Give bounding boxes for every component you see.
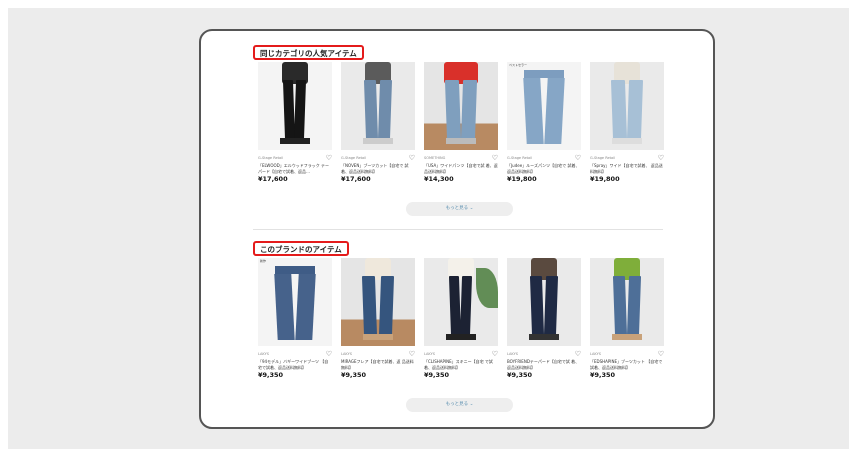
product-brand: LAKYS <box>507 352 518 356</box>
product-price: ¥14,300 <box>424 175 454 183</box>
recommendation-panel: 同じカテゴリの人気アイテム G-Stage Retail ♡ 「ELWOOD」エル… <box>199 29 715 429</box>
product-image[interactable] <box>341 62 415 150</box>
heart-outline-icon[interactable]: ♡ <box>575 350 581 358</box>
product-price: ¥19,800 <box>590 175 620 183</box>
show-more-button[interactable]: もっと見る ⌄ <box>406 398 513 412</box>
heart-outline-icon[interactable]: ♡ <box>326 154 332 162</box>
product-price: ¥9,350 <box>507 371 533 379</box>
product-name[interactable]: 「94モデル」バギーワイドブーツ 【自宅で試着、返品送料無料】 <box>258 359 332 370</box>
product-card[interactable]: G-Stage Retail ♡ 「Spray」ワイド【自宅で試着、 返品送料無料… <box>590 62 664 183</box>
product-name[interactable]: BOYFRIENDテーパード【自宅で試 着、返品送料無料】 <box>507 359 581 370</box>
product-grid-brand: 新作 LAKYS ♡ 「94モデル」バギーワイドブーツ 【自宅で試着、返品送料無料… <box>258 258 664 379</box>
product-card[interactable]: G-Stage Retail ♡ 「ELWOOD」エルウッドフラック テーパード【… <box>258 62 332 183</box>
product-image[interactable] <box>341 258 415 346</box>
heart-outline-icon[interactable]: ♡ <box>658 154 664 162</box>
product-image[interactable]: ベストセラー <box>507 62 581 150</box>
product-card[interactable]: LAKYS ♡ BOYFRIENDテーパード【自宅で試 着、返品送料無料】 ¥9,… <box>507 258 581 379</box>
product-card[interactable]: LAKYS ♡ 「CLISHAPINE」スキニー【自宅 で試着、返品送料無料】 ¥… <box>424 258 498 379</box>
product-brand: LAKYS <box>258 352 269 356</box>
heart-outline-icon[interactable]: ♡ <box>575 154 581 162</box>
product-image[interactable] <box>507 258 581 346</box>
product-price: ¥17,600 <box>341 175 371 183</box>
heart-outline-icon[interactable]: ♡ <box>409 154 415 162</box>
section-title-brand-items: このブランドのアイテム <box>253 241 349 256</box>
product-image[interactable]: 新作 <box>258 258 332 346</box>
heart-outline-icon[interactable]: ♡ <box>658 350 664 358</box>
product-brand: G-Stage Retail <box>590 156 616 160</box>
heart-outline-icon[interactable]: ♡ <box>409 350 415 358</box>
product-name[interactable]: 「USA」ワイドパンツ【自宅で試 着、返品送料無料】 <box>424 163 498 174</box>
product-card[interactable]: 新作 LAKYS ♡ 「94モデル」バギーワイドブーツ 【自宅で試着、返品送料無料… <box>258 258 332 379</box>
product-price: ¥17,600 <box>258 175 288 183</box>
product-brand: G-Stage Retail <box>507 156 533 160</box>
product-card[interactable]: LAKYS ♡ MIRAGEフレア【自宅で試着、返 品送料無料】 ¥9,350 <box>341 258 415 379</box>
product-image[interactable] <box>424 62 498 150</box>
product-image[interactable] <box>590 258 664 346</box>
product-name[interactable]: 「CLISHAPINE」スキニー【自宅 で試着、返品送料無料】 <box>424 359 498 370</box>
product-price: ¥19,800 <box>507 175 537 183</box>
heart-outline-icon[interactable]: ♡ <box>492 154 498 162</box>
product-card[interactable]: G-Stage Retail ♡ 「NOVEN」ブーツカット【自宅で 試着、返品送… <box>341 62 415 183</box>
product-tag: 新作 <box>260 259 267 263</box>
product-name[interactable]: 「NOVEN」ブーツカット【自宅で 試着、返品送料無料】 <box>341 163 415 174</box>
product-card[interactable]: LAKYS ♡ 「EDSHAPINE」ブーツカット 【自宅で試着、返品送料無料】 … <box>590 258 664 379</box>
product-tag: ベストセラー <box>509 63 528 67</box>
product-price: ¥9,350 <box>341 371 367 379</box>
section-title-popular-in-category: 同じカテゴリの人気アイテム <box>253 45 364 60</box>
product-brand: G-Stage Retail <box>258 156 284 160</box>
product-price: ¥9,350 <box>258 371 284 379</box>
heart-outline-icon[interactable]: ♡ <box>492 350 498 358</box>
product-card[interactable]: SOMETHING ♡ 「USA」ワイドパンツ【自宅で試 着、返品送料無料】 ¥1… <box>424 62 498 183</box>
product-grid-popular: G-Stage Retail ♡ 「ELWOOD」エルウッドフラック テーパード【… <box>258 62 664 183</box>
product-name[interactable]: 「Spray」ワイド【自宅で試着、 返品送料無料】 <box>590 163 664 174</box>
product-name[interactable]: 「EDSHAPINE」ブーツカット 【自宅で試着、返品送料無料】 <box>590 359 664 370</box>
product-card[interactable]: ベストセラー G-Stage Retail ♡ 「Judee」ルーズパンツ【自宅で… <box>507 62 581 183</box>
product-image[interactable] <box>590 62 664 150</box>
product-brand: SOMETHING <box>424 156 446 160</box>
product-price: ¥9,350 <box>590 371 616 379</box>
product-brand: LAKYS <box>424 352 435 356</box>
product-price: ¥9,350 <box>424 371 450 379</box>
product-brand: LAKYS <box>590 352 601 356</box>
product-name[interactable]: 「ELWOOD」エルウッドフラック テーパード【自宅で試着、返品… <box>258 163 332 174</box>
show-more-button[interactable]: もっと見る ⌄ <box>406 202 513 216</box>
heart-outline-icon[interactable]: ♡ <box>326 350 332 358</box>
product-name[interactable]: MIRAGEフレア【自宅で試着、返 品送料無料】 <box>341 359 415 370</box>
product-image[interactable] <box>258 62 332 150</box>
product-brand: LAKYS <box>341 352 352 356</box>
product-image[interactable] <box>424 258 498 346</box>
product-brand: G-Stage Retail <box>341 156 367 160</box>
product-name[interactable]: 「Judee」ルーズパンツ【自宅で 試着、返品送料無料】 <box>507 163 581 174</box>
section-divider <box>253 229 663 230</box>
